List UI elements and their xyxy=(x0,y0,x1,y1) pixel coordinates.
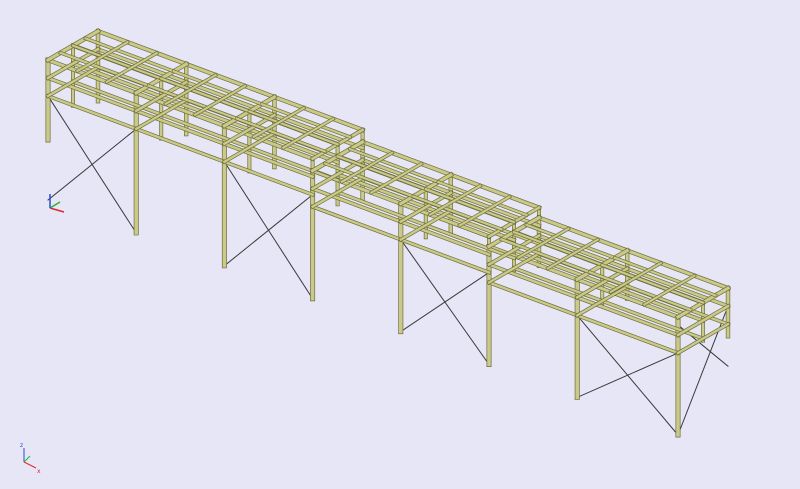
steel-frame-structure-model[interactable]: x z xyxy=(0,0,800,489)
x-axis-label: x xyxy=(37,468,41,475)
view-axis-triad: x z xyxy=(20,442,41,475)
intermediate-beam xyxy=(575,295,680,337)
diagonal-brace xyxy=(223,161,314,300)
roof-framing xyxy=(58,36,718,313)
3d-model-viewport[interactable]: x z xyxy=(0,0,800,489)
diagonal-brace xyxy=(400,238,490,366)
diagonal-brace xyxy=(47,95,137,234)
intermediate-beam xyxy=(575,313,680,355)
structural-beams xyxy=(44,28,732,356)
z-axis-label: z xyxy=(20,442,23,449)
